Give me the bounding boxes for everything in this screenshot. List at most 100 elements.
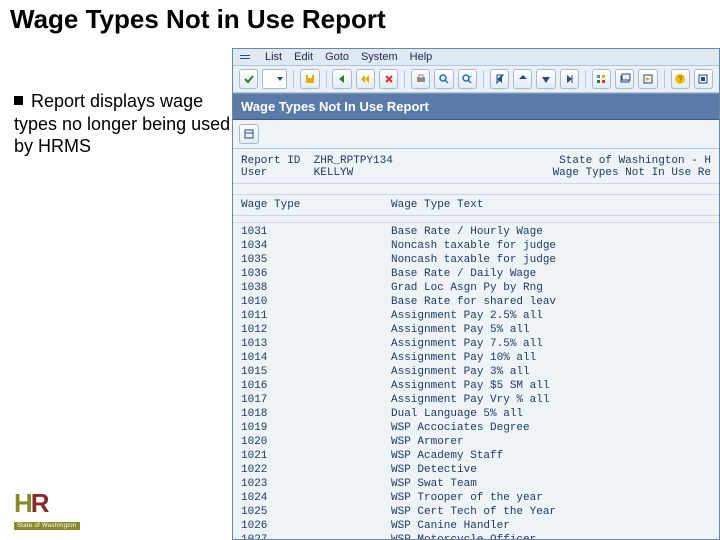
report-meta: Report ID ZHR_RPTPY134 User KELLYW State… [233, 149, 719, 184]
table-row[interactable]: 1021WSP Academy Staff [241, 449, 711, 463]
menu-goto[interactable]: Goto [325, 51, 349, 63]
next-page-button[interactable] [536, 69, 555, 89]
column-headers: Wage Type Wage Type Text [233, 195, 719, 216]
table-row[interactable]: 1022WSP Detective [241, 463, 711, 477]
cell-wage-type: 1035 [241, 253, 391, 267]
menu-edit[interactable]: Edit [294, 51, 313, 63]
menu-help[interactable]: Help [410, 51, 433, 63]
cell-wage-type: 1024 [241, 491, 391, 505]
table-row[interactable]: 1038Grad Loc Asgn Py by Rng [241, 281, 711, 295]
cell-wage-type: 1022 [241, 463, 391, 477]
cell-wage-type-text: Base Rate / Daily Wage [391, 267, 711, 281]
table-row[interactable]: 1023WSP Swat Team [241, 477, 711, 491]
cell-wage-type: 1023 [241, 477, 391, 491]
table-row[interactable]: 1031Base Rate / Hourly Wage [241, 225, 711, 239]
cell-wage-type-text: Assignment Pay Vry % all [391, 393, 711, 407]
table-row[interactable]: 1016Assignment Pay $5 SM all [241, 379, 711, 393]
menu-list[interactable]: List [265, 51, 282, 63]
cell-wage-type: 1014 [241, 351, 391, 365]
cell-wage-type-text: WSP Motorcycle Officer [391, 533, 711, 540]
help-button[interactable]: ? [671, 69, 690, 89]
cell-wage-type-text: Dual Language 5% all [391, 407, 711, 421]
menu-system[interactable]: System [361, 51, 398, 63]
cell-wage-type-text: Assignment Pay 3% all [391, 365, 711, 379]
app-toolbar-button[interactable] [239, 124, 259, 144]
svg-text:?: ? [678, 75, 683, 84]
cell-wage-type-text: WSP Detective [391, 463, 711, 477]
sap-window: List Edit Goto System Help [232, 48, 720, 540]
table-row[interactable]: 1017Assignment Pay Vry % all [241, 393, 711, 407]
cell-wage-type: 1027 [241, 533, 391, 540]
prev-page-button[interactable] [513, 69, 532, 89]
cancel-button[interactable] [379, 69, 398, 89]
cell-wage-type: 1011 [241, 309, 391, 323]
app-menu-icon[interactable] [239, 51, 251, 63]
layout-button[interactable] [592, 69, 611, 89]
print-button[interactable] [411, 69, 430, 89]
cell-wage-type: 1020 [241, 435, 391, 449]
cell-wage-type-text: Assignment Pay 7.5% all [391, 337, 711, 351]
cell-wage-type-text: Noncash taxable for judge [391, 253, 711, 267]
cell-wage-type-text: WSP Trooper of the year [391, 491, 711, 505]
back-button[interactable] [332, 69, 351, 89]
table-row[interactable]: 1026WSP Canine Handler [241, 519, 711, 533]
shortcut-button[interactable] [638, 69, 657, 89]
customize-button[interactable] [694, 69, 713, 89]
table-row[interactable]: 1014Assignment Pay 10% all [241, 351, 711, 365]
menu-bar: List Edit Goto System Help [233, 49, 719, 66]
logo-tagline: State of Washington [14, 522, 80, 530]
cell-wage-type: 1012 [241, 323, 391, 337]
logo-r: R [31, 488, 48, 518]
cell-wage-type-text: WSP Armorer [391, 435, 711, 449]
col-wage-type: Wage Type [241, 199, 391, 211]
hr-logo: HR State of Washington [14, 492, 94, 526]
svg-text:+: + [469, 74, 472, 80]
session-button[interactable] [615, 69, 634, 89]
first-page-button[interactable] [490, 69, 509, 89]
cell-wage-type: 1015 [241, 365, 391, 379]
command-field[interactable] [262, 69, 287, 89]
cell-wage-type-text: WSP Canine Handler [391, 519, 711, 533]
table-row[interactable]: 1034Noncash taxable for judge [241, 239, 711, 253]
find-next-button[interactable]: + [458, 69, 477, 89]
cell-wage-type: 1026 [241, 519, 391, 533]
table-row[interactable]: 1011Assignment Pay 2.5% all [241, 309, 711, 323]
table-row[interactable]: 1015Assignment Pay 3% all [241, 365, 711, 379]
cell-wage-type: 1021 [241, 449, 391, 463]
table-row[interactable]: 1013Assignment Pay 7.5% all [241, 337, 711, 351]
cell-wage-type-text: Assignment Pay 10% all [391, 351, 711, 365]
table-row[interactable]: 1018Dual Language 5% all [241, 407, 711, 421]
bullet-text: Report displays wage types no longer bei… [14, 90, 232, 158]
report-rows: 1031Base Rate / Hourly Wage1034Noncash t… [233, 223, 719, 540]
cell-wage-type: 1016 [241, 379, 391, 393]
table-row[interactable]: 1024WSP Trooper of the year [241, 491, 711, 505]
table-row[interactable]: 1036Base Rate / Daily Wage [241, 267, 711, 281]
cell-wage-type-text: WSP Swat Team [391, 477, 711, 491]
cell-wage-type: 1025 [241, 505, 391, 519]
table-row[interactable]: 1027WSP Motorcycle Officer [241, 533, 711, 540]
cell-wage-type-text: Assignment Pay 5% all [391, 323, 711, 337]
slide-title: Wage Types Not in Use Report [10, 4, 386, 35]
chevron-down-icon [276, 75, 284, 83]
table-row[interactable]: 1010Base Rate for shared leav [241, 295, 711, 309]
table-row[interactable]: 1019WSP Accociates Degree [241, 421, 711, 435]
cell-wage-type-text: Noncash taxable for judge [391, 239, 711, 253]
table-row[interactable]: 1025WSP Cert Tech of the Year [241, 505, 711, 519]
cell-wage-type-text: WSP Cert Tech of the Year [391, 505, 711, 519]
save-button[interactable] [300, 69, 319, 89]
cell-wage-type: 1031 [241, 225, 391, 239]
table-row[interactable]: 1035Noncash taxable for judge [241, 253, 711, 267]
cell-wage-type-text: Grad Loc Asgn Py by Rng [391, 281, 711, 295]
cell-wage-type: 1036 [241, 267, 391, 281]
find-button[interactable] [434, 69, 453, 89]
col-wage-type-text: Wage Type Text [391, 199, 483, 211]
table-row[interactable]: 1020WSP Armorer [241, 435, 711, 449]
enter-button[interactable] [239, 69, 258, 89]
cell-wage-type-text: WSP Academy Staff [391, 449, 711, 463]
table-row[interactable]: 1012Assignment Pay 5% all [241, 323, 711, 337]
cell-wage-type-text: Assignment Pay 2.5% all [391, 309, 711, 323]
last-page-button[interactable] [560, 69, 579, 89]
application-toolbar [233, 120, 719, 149]
exit-button[interactable] [356, 69, 375, 89]
cell-wage-type: 1019 [241, 421, 391, 435]
